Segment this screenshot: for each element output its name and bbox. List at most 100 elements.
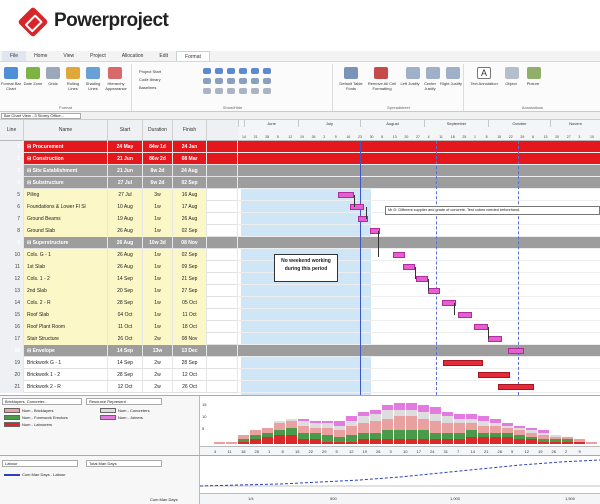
font-style-icon[interactable] bbox=[251, 68, 259, 74]
cell-finish[interactable]: 16 Aug bbox=[173, 189, 207, 201]
text-annotation-icon[interactable]: A bbox=[477, 67, 491, 79]
cell-name[interactable]: 2nd Slab bbox=[24, 285, 108, 297]
tab-view[interactable]: View bbox=[55, 51, 82, 61]
resource-selector[interactable]: Bricklayers, Concreter... bbox=[2, 398, 82, 405]
table-row[interactable]: 18 ⊟ Envelope 14 Sep 13w 13 Dec bbox=[0, 345, 238, 357]
cell-duration[interactable]: 1w bbox=[143, 225, 173, 237]
font-style-icon[interactable] bbox=[227, 68, 235, 74]
cell-duration[interactable]: 84w 1d bbox=[143, 141, 173, 153]
cell-finish[interactable]: 28 Sep bbox=[173, 357, 207, 369]
cell-name[interactable]: ⊟ Procurement bbox=[24, 141, 108, 153]
cell-finish[interactable]: 11 Oct bbox=[173, 309, 207, 321]
task-bar[interactable] bbox=[393, 252, 405, 258]
task-bar[interactable] bbox=[478, 372, 510, 378]
cell-name[interactable]: ⊟ Substructure bbox=[24, 177, 108, 189]
shading-lines-button[interactable]: Shading Lines bbox=[83, 81, 103, 91]
histogram-type-selector[interactable]: Resource Represent bbox=[86, 398, 162, 405]
cell-finish[interactable]: 05 Oct bbox=[173, 297, 207, 309]
cell-line[interactable]: 19 bbox=[0, 357, 24, 369]
cell-duration[interactable]: 13w bbox=[143, 345, 173, 357]
picture-button[interactable]: Picture bbox=[521, 81, 545, 86]
grids-button[interactable]: Grids bbox=[43, 81, 63, 86]
task-bar[interactable] bbox=[508, 348, 524, 354]
cell-name[interactable]: Foundations & Lower Fl Sl bbox=[24, 201, 108, 213]
format-icon[interactable] bbox=[251, 78, 259, 84]
center-justify-icon[interactable] bbox=[426, 67, 440, 79]
date-zone-button[interactable]: Date Zone bbox=[23, 81, 43, 86]
task-bar[interactable] bbox=[498, 384, 534, 390]
task-bar[interactable] bbox=[474, 324, 488, 330]
cell-line[interactable]: 15 bbox=[0, 309, 24, 321]
rolling-lines-button[interactable]: Rolling Lines bbox=[63, 81, 83, 91]
cell-line[interactable]: 16 bbox=[0, 321, 24, 333]
font-style-icon[interactable] bbox=[215, 68, 223, 74]
tab-allocation[interactable]: Allocation bbox=[114, 51, 152, 61]
task-bar[interactable] bbox=[350, 204, 364, 210]
dependency-link[interactable] bbox=[488, 327, 489, 339]
table-row[interactable]: 14 Cols. 2 - R 28 Sep 1w 05 Oct bbox=[0, 297, 238, 309]
baselines-toggle[interactable]: Baselines bbox=[139, 85, 156, 90]
task-bar[interactable] bbox=[338, 192, 354, 198]
cell-name[interactable]: ⊟ Envelope bbox=[24, 345, 108, 357]
cell-finish[interactable]: 26 Oct bbox=[173, 381, 207, 393]
table-row[interactable]: 7 Ground Beams 19 Aug 1w 26 Aug bbox=[0, 213, 238, 225]
cell-duration[interactable]: 1w bbox=[143, 309, 173, 321]
cell-finish[interactable]: 08 Nov bbox=[173, 333, 207, 345]
cell-line[interactable]: 21 bbox=[0, 381, 24, 393]
cell-start[interactable]: 11 Oct bbox=[108, 321, 143, 333]
cell-start[interactable]: 24 May bbox=[108, 141, 143, 153]
table-row[interactable]: 20 Brickwork 1 - 2 28 Sep 2w 12 Oct bbox=[0, 369, 238, 381]
cell-start[interactable]: 19 Aug bbox=[108, 213, 143, 225]
cell-finish[interactable]: 02 Sep bbox=[173, 225, 207, 237]
font-style-icon[interactable] bbox=[239, 68, 247, 74]
left-justify-button[interactable]: Left Justify bbox=[400, 81, 420, 86]
col-header-name[interactable]: Name bbox=[24, 120, 108, 141]
cell-finish[interactable]: 13 Dec bbox=[173, 345, 207, 357]
cell-duration[interactable]: 1w bbox=[143, 297, 173, 309]
cell-duration[interactable]: 1w bbox=[143, 273, 173, 285]
cell-duration[interactable]: 86w 2d bbox=[143, 153, 173, 165]
cell-name[interactable]: Piling bbox=[24, 189, 108, 201]
cell-name[interactable]: Roof Plant Room bbox=[24, 321, 108, 333]
cell-start[interactable]: 26 Aug bbox=[108, 261, 143, 273]
tab-format[interactable]: Format bbox=[176, 51, 210, 61]
cell-name[interactable]: Ground Beams bbox=[24, 213, 108, 225]
tab-file[interactable]: File bbox=[2, 51, 27, 61]
center-justify-button[interactable]: Center Justify bbox=[420, 81, 440, 91]
table-row[interactable]: 12 Cols. 1 - 2 14 Sep 1w 21 Sep bbox=[0, 273, 238, 285]
cell-finish[interactable]: 12 Oct bbox=[173, 369, 207, 381]
cell-finish[interactable]: 02 Sep bbox=[173, 177, 207, 189]
dependency-link[interactable] bbox=[415, 267, 416, 279]
table-row[interactable]: 15 Roof Slab 04 Oct 1w 11 Oct bbox=[0, 309, 238, 321]
cell-line[interactable]: 2 bbox=[0, 153, 24, 165]
table-row[interactable]: 21 Brickwork 2 - R 12 Oct 2w 26 Oct bbox=[0, 381, 238, 393]
cell-duration[interactable]: 1w bbox=[143, 249, 173, 261]
cell-start[interactable]: 26 Oct bbox=[108, 333, 143, 345]
cell-line[interactable]: 7 bbox=[0, 213, 24, 225]
cell-name[interactable]: Brickwork 2 - R bbox=[24, 381, 108, 393]
format-icon[interactable] bbox=[215, 88, 223, 94]
dependency-link[interactable] bbox=[454, 303, 455, 315]
cell-duration[interactable]: 3w bbox=[143, 189, 173, 201]
task-bar[interactable] bbox=[443, 360, 483, 366]
table-row[interactable]: 10 Cols. G - 1 26 Aug 1w 02 Sep bbox=[0, 249, 238, 261]
cell-start[interactable]: 26 Aug bbox=[108, 237, 143, 249]
dependency-link[interactable] bbox=[366, 207, 367, 219]
cell-line[interactable]: 14 bbox=[0, 297, 24, 309]
default-table-fonts-button[interactable]: Default Table Fonts bbox=[337, 81, 365, 91]
cell-finish[interactable]: 24 Jan bbox=[173, 141, 207, 153]
date-zone-icon[interactable] bbox=[26, 67, 40, 79]
tab-edit[interactable]: Edit bbox=[151, 51, 176, 61]
task-bar[interactable] bbox=[458, 312, 472, 318]
cell-duration[interactable]: 1w bbox=[143, 261, 173, 273]
cell-start[interactable]: 21 Jun bbox=[108, 165, 143, 177]
format-icon[interactable] bbox=[239, 88, 247, 94]
cell-finish[interactable]: 09 Sep bbox=[173, 261, 207, 273]
default-table-fonts-icon[interactable] bbox=[344, 67, 358, 79]
cell-duration[interactable]: 1w bbox=[143, 321, 173, 333]
cell-start[interactable]: 26 Aug bbox=[108, 225, 143, 237]
picture-icon[interactable] bbox=[527, 67, 541, 79]
text-annotation-button[interactable]: Text Annotation bbox=[469, 81, 499, 86]
format-icon[interactable] bbox=[263, 88, 271, 94]
cell-duration[interactable]: 2w bbox=[143, 333, 173, 345]
